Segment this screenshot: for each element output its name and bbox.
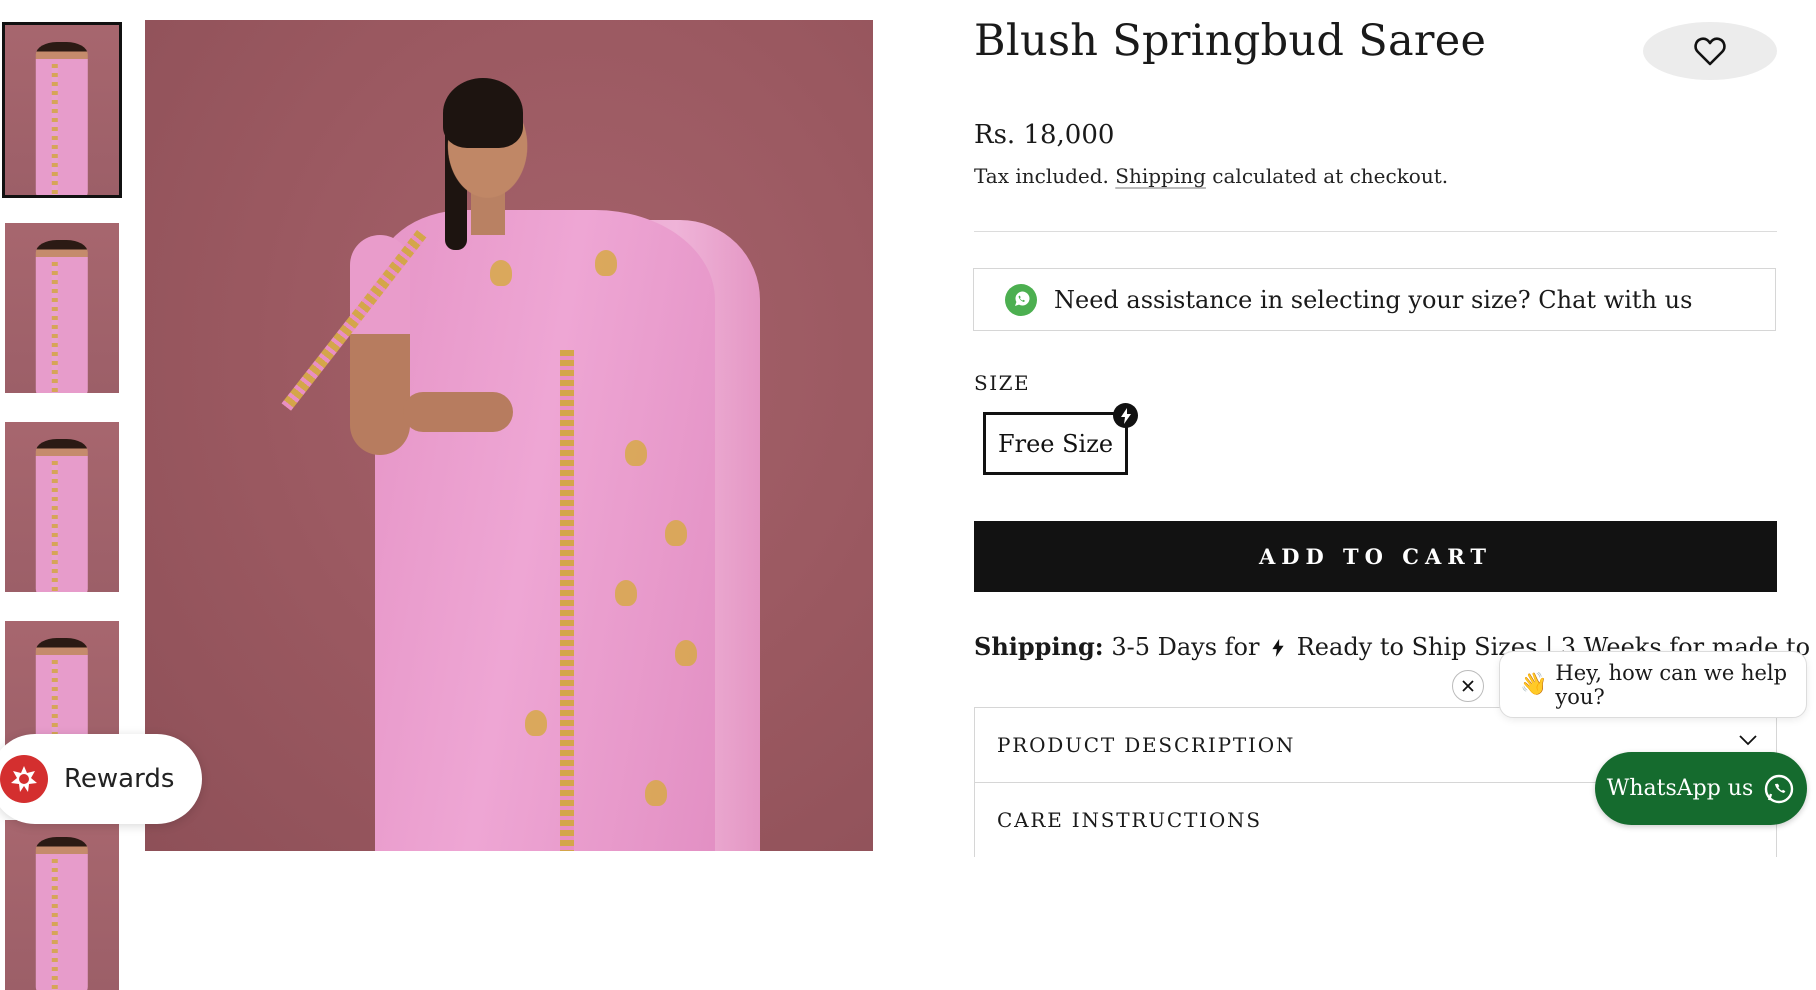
thumbnail-gallery xyxy=(0,0,125,990)
lightning-bolt-icon xyxy=(1113,403,1138,428)
chat-greeting-bubble[interactable]: 👋 Hey, how can we help you? xyxy=(1499,651,1807,718)
chat-close-button[interactable] xyxy=(1452,670,1484,702)
whatsapp-us-button[interactable]: WhatsApp us xyxy=(1595,752,1807,825)
wishlist-button[interactable] xyxy=(1643,22,1777,80)
size-option-free-size[interactable]: Free Size xyxy=(983,412,1128,475)
heart-icon xyxy=(1694,37,1726,66)
thumbnail-3[interactable] xyxy=(5,422,119,592)
add-to-cart-button[interactable]: ADD TO CART xyxy=(974,521,1777,592)
lightning-bolt-icon xyxy=(1272,639,1284,657)
accordion-label: PRODUCT DESCRIPTION xyxy=(997,733,1296,757)
rewards-label: Rewards xyxy=(64,764,175,794)
size-assistance-chat[interactable]: Need assistance in selecting your size? … xyxy=(973,268,1776,331)
thumbnail-5[interactable] xyxy=(5,820,119,990)
close-icon xyxy=(1462,680,1474,692)
tax-note: Tax included. Shipping calculated at che… xyxy=(974,164,1448,188)
whatsapp-label: WhatsApp us xyxy=(1606,776,1754,801)
shipping-label: Shipping: xyxy=(974,632,1104,661)
whatsapp-icon xyxy=(1765,774,1794,803)
thumbnail-2[interactable] xyxy=(5,223,119,393)
rewards-launcher[interactable]: Rewards xyxy=(0,734,202,824)
tax-prefix: Tax included. xyxy=(974,164,1109,188)
product-title: Blush Springbud Saree xyxy=(974,16,1487,66)
main-product-image[interactable] xyxy=(145,20,873,851)
product-price: Rs. 18,000 xyxy=(974,120,1115,150)
wave-icon: 👋 xyxy=(1520,672,1548,697)
assistance-text: Need assistance in selecting your size? … xyxy=(1054,285,1693,314)
accordion-label: CARE INSTRUCTIONS xyxy=(997,808,1262,832)
rewards-badge-icon xyxy=(0,755,48,803)
size-label: SIZE xyxy=(974,371,1031,395)
chat-greeting-text: Hey, how can we help you? xyxy=(1555,660,1788,709)
thumbnail-1[interactable] xyxy=(2,22,122,198)
chevron-down-icon xyxy=(1739,735,1757,746)
whatsapp-icon xyxy=(1005,283,1037,316)
divider xyxy=(974,231,1777,232)
tax-suffix: calculated at checkout. xyxy=(1212,164,1449,188)
shipping-part1: 3-5 Days for xyxy=(1111,633,1260,661)
shipping-link[interactable]: Shipping xyxy=(1115,164,1206,188)
